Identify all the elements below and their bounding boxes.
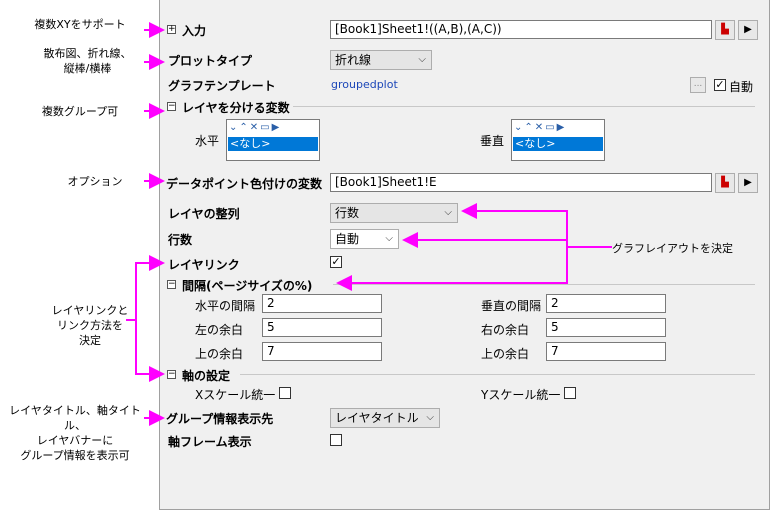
annotation-arrows: [126, 22, 612, 426]
